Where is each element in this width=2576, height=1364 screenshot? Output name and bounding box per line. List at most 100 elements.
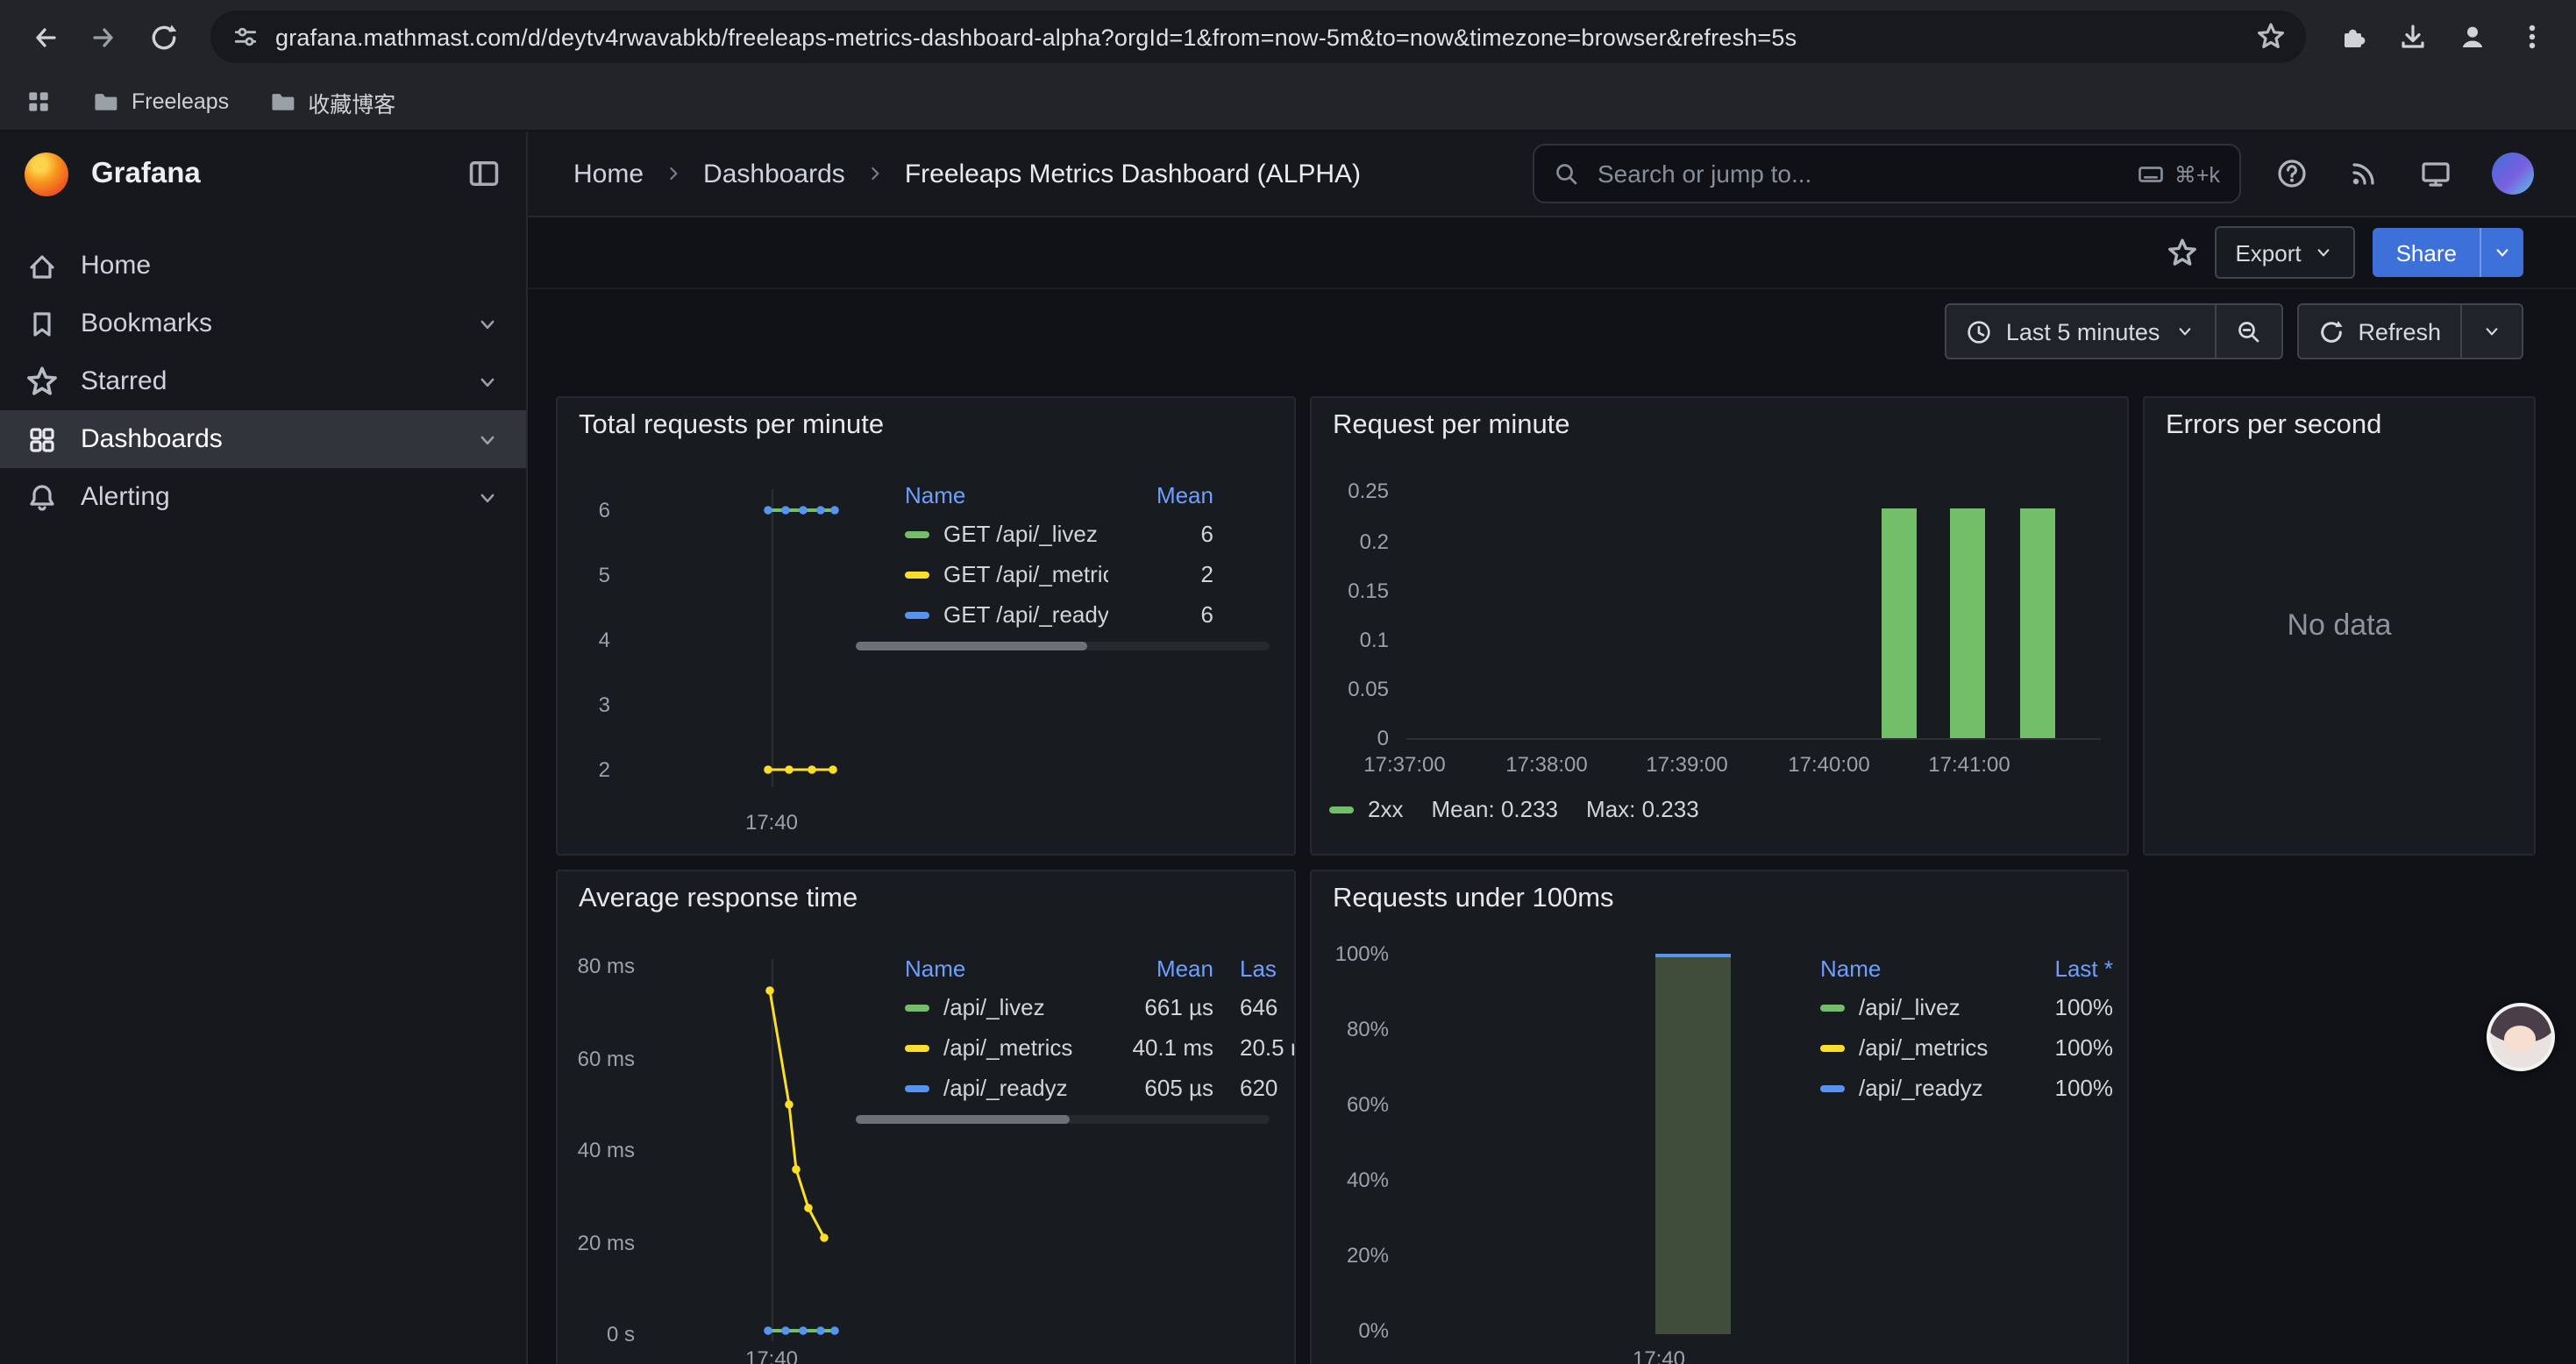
dashboard-canvas: Total requests per minute 6 5 4 3 2 [528,373,2576,1364]
legend-header-last[interactable]: Last * [2025,955,2113,981]
site-info-icon [231,23,260,51]
url-text: grafana.mathmast.com/d/deytv4rwavabkb/fr… [275,24,2241,50]
time-controls-bar: Last 5 minutes Refresh [528,289,2576,373]
share-button[interactable]: Share [2373,228,2480,277]
extensions-button[interactable] [2327,11,2380,63]
legend-header-name[interactable]: Name [905,955,1105,981]
share-menu-button[interactable] [2480,228,2523,277]
bookmark-folder-label: Freeleaps [132,89,229,114]
menu-button[interactable] [2506,11,2558,63]
sidebar-item-bookmarks[interactable]: Bookmarks [0,295,526,352]
panel-title[interactable]: Errors per second [2166,410,2381,442]
series-swatch-blue [905,1084,929,1091]
series-last: 100% [2025,994,2113,1020]
bookmarks-bar: Freeleaps 收藏博客 [0,74,2576,131]
series-mean: 6 [1108,521,1213,547]
y-tick: 0 [1319,726,1389,750]
legend-row[interactable]: GET /api/_livez 6 [905,514,1213,554]
y-tick: 0.25 [1319,479,1389,503]
breadcrumb-current: Freeleaps Metrics Dashboard (ALPHA) [905,159,1361,188]
legend-row[interactable]: GET /api/_metrics 2 [905,554,1213,594]
sidebar-item-starred[interactable]: Starred [0,352,526,410]
x-tick: 17:40:00 [1773,752,1885,777]
panel-title[interactable]: Average response time [579,884,857,915]
legend-row[interactable]: /api/_readyz 100% [1820,1068,2113,1108]
legend-header-name[interactable]: Name [1820,955,2025,981]
search-box[interactable]: ⌘+k [1533,144,2241,203]
scrollbar-thumb[interactable] [856,1115,1070,1124]
downloads-button[interactable] [2387,11,2439,63]
legend-row[interactable]: /api/_readyz 605 µs 620 [905,1068,1294,1108]
help-icon[interactable] [2276,158,2308,189]
dashboard-actions-bar: Export Share [528,217,2576,289]
refresh-icon [2317,318,2344,345]
panel-title[interactable]: Request per minute [1333,410,1570,442]
grafana-logo-icon[interactable] [25,152,68,195]
collapse-sidebar-icon[interactable] [466,156,502,191]
back-button[interactable] [18,11,70,63]
breadcrumb-dashboards[interactable]: Dashboards [703,159,845,188]
legend-row[interactable]: /api/_metrics 100% [1820,1027,2113,1068]
bookmark-folder-blogs[interactable]: 收藏博客 [267,85,395,118]
sidebar-menu: Home Bookmarks Starred Dashboards [0,216,526,526]
reload-button[interactable] [137,11,189,63]
legend-row[interactable]: /api/_metrics 40.1 ms 20.5 r [905,1027,1294,1068]
breadcrumb-separator-icon [663,163,684,184]
favorite-dashboard-button[interactable] [2167,238,2196,267]
refresh-interval-button[interactable] [2460,305,2522,358]
assistant-avatar[interactable] [2487,1003,2555,1071]
refresh-label: Refresh [2358,318,2441,345]
apps-grid-icon[interactable] [25,88,53,116]
clock-icon [1966,318,1992,345]
series-last: 100% [2025,1034,2113,1061]
legend-row[interactable]: GET /api/_readyz 6 [905,594,1213,635]
bookmark-icon [26,308,58,339]
browser-toolbar: grafana.mathmast.com/d/deytv4rwavabkb/fr… [0,0,2576,74]
star-icon [26,366,58,397]
series-last: 620 [1240,1075,1294,1101]
bar-2xx [1882,508,1917,738]
sidebar-item-home[interactable]: Home [0,237,526,295]
y-tick: 100% [1315,941,1389,966]
panel-title[interactable]: Total requests per minute [579,410,884,442]
time-picker-group: Last 5 minutes [1945,303,2283,359]
sidebar-item-dashboards[interactable]: Dashboards [0,410,526,468]
series-swatch-yellow [905,1044,929,1051]
y-tick: 20% [1315,1243,1389,1268]
search-input[interactable] [1594,158,2124,189]
legend-row[interactable]: /api/_livez 661 µs 646 [905,987,1294,1027]
sidebar-item-label: Home [81,251,151,281]
forward-button[interactable] [77,11,130,63]
profile-button[interactable] [2446,11,2499,63]
url-bar[interactable]: grafana.mathmast.com/d/deytv4rwavabkb/fr… [210,11,2306,63]
refresh-button[interactable]: Refresh [2298,305,2460,358]
breadcrumb-home[interactable]: Home [573,159,644,188]
breadcrumb-separator-icon [865,163,886,184]
panel-total-requests: Total requests per minute 6 5 4 3 2 [556,396,1296,856]
legend-header-mean[interactable]: Mean [1105,955,1213,981]
zoom-out-button[interactable] [2214,305,2281,358]
bar-2xx [1950,508,1985,738]
legend-scrollbar[interactable] [856,1115,1270,1124]
time-range-picker[interactable]: Last 5 minutes [1946,305,2215,358]
display-icon[interactable] [2420,158,2451,189]
legend-header-mean[interactable]: Mean [1108,481,1213,508]
rss-icon[interactable] [2348,158,2380,189]
legend-scrollbar[interactable] [856,642,1270,650]
y-tick: 0.15 [1319,579,1389,603]
bookmark-star-icon[interactable] [2257,23,2285,51]
sidebar-item-alerting[interactable]: Alerting [0,468,526,526]
legend-header-last[interactable]: Las [1240,955,1294,981]
panel-title[interactable]: Requests under 100ms [1333,884,1614,915]
bookmark-folder-freeleaps[interactable]: Freeleaps [91,88,229,116]
legend-header-name[interactable]: Name [905,481,1108,508]
chevron-down-icon [475,427,500,451]
legend-item-2xx[interactable]: 2xx [1329,796,1403,822]
user-avatar[interactable] [2492,153,2534,195]
scrollbar-thumb[interactable] [856,642,1087,650]
export-button[interactable]: Export [2214,226,2355,279]
sidebar-item-label: Starred [81,366,167,396]
avatar-face [2504,1026,2536,1052]
brand-name: Grafana [91,157,444,190]
legend-row[interactable]: /api/_livez 100% [1820,987,2113,1027]
